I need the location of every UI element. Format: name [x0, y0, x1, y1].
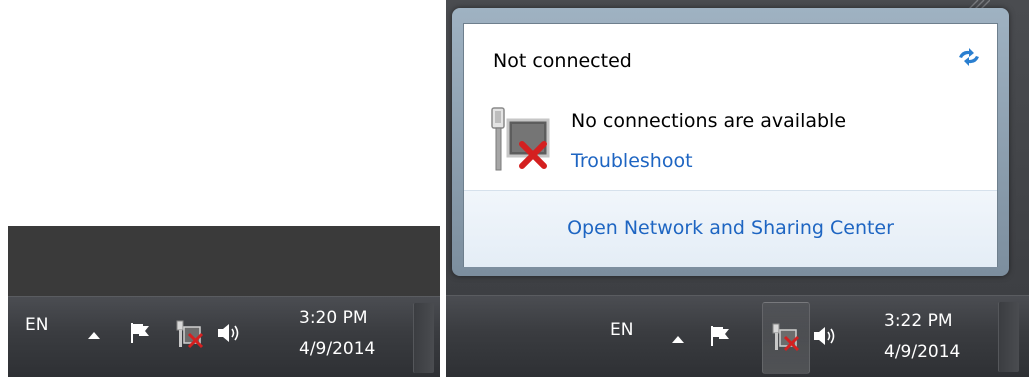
connection-status-title: Not connected	[493, 50, 632, 72]
flyout-content: Not connected No connections are availab…	[463, 23, 998, 267]
open-network-sharing-center-link[interactable]: Open Network and Sharing Center	[464, 217, 997, 239]
flag-icon[interactable]	[709, 325, 733, 347]
show-hidden-icons-arrow-icon[interactable]	[672, 336, 684, 343]
clock-time[interactable]: 3:22 PM	[884, 311, 953, 331]
clock-date[interactable]: 4/9/2014	[299, 339, 375, 359]
clock-date[interactable]: 4/9/2014	[884, 342, 960, 362]
flyout-header: Not connected No connections are availab…	[464, 24, 997, 190]
no-connections-message: No connections are available	[571, 110, 847, 132]
network-disconnected-icon	[491, 107, 550, 171]
troubleshoot-link[interactable]: Troubleshoot	[571, 150, 693, 172]
taskbar: EN 3:22 PM 4/9/2014	[446, 295, 1029, 377]
show-desktop-button[interactable]	[413, 303, 434, 373]
show-desktop-button[interactable]	[998, 302, 1019, 372]
speaker-icon[interactable]	[812, 325, 838, 347]
clock-time[interactable]: 3:20 PM	[299, 308, 368, 328]
left-screenshot: EN 3:20 PM 4/9/2014	[8, 226, 440, 377]
flag-icon[interactable]	[129, 322, 153, 344]
show-hidden-icons-arrow-icon[interactable]	[88, 332, 100, 339]
network-disconnected-icon[interactable]	[770, 322, 800, 352]
network-flyout: Not connected No connections are availab…	[452, 8, 1009, 276]
network-disconnected-icon[interactable]	[174, 319, 204, 349]
language-indicator[interactable]: EN	[25, 315, 48, 335]
refresh-icon[interactable]	[956, 46, 982, 68]
speaker-icon[interactable]	[216, 322, 242, 344]
flyout-footer: Open Network and Sharing Center	[464, 190, 997, 267]
notification-area: EN 3:20 PM 4/9/2014	[8, 297, 440, 377]
language-indicator[interactable]: EN	[610, 320, 633, 340]
taskbar: EN 3:20 PM 4/9/2014	[8, 296, 440, 377]
